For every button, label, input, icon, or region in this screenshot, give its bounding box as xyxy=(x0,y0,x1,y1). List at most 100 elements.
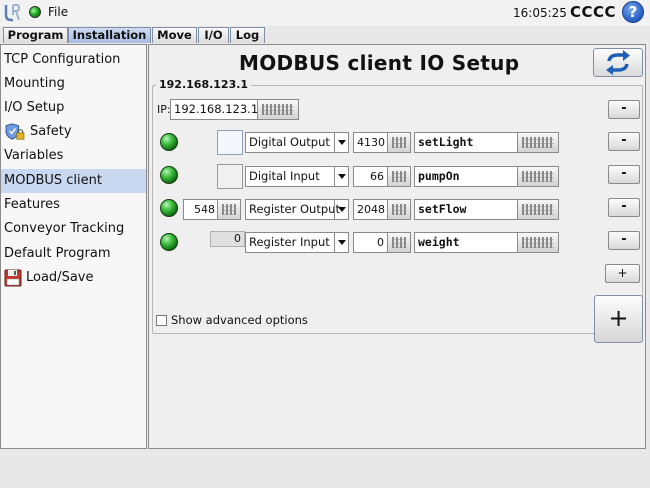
chevron-down-icon xyxy=(334,133,348,152)
installation-sidebar: TCP Configuration Mounting I/O Setup Saf… xyxy=(0,44,147,449)
remove-signal-button[interactable]: - xyxy=(608,231,640,250)
tab-log[interactable]: Log xyxy=(230,27,265,43)
signal-address-field[interactable]: 66 xyxy=(353,166,388,187)
tab-program[interactable]: Program xyxy=(3,27,68,43)
keyboard-icon xyxy=(392,204,406,215)
sidebar-item-variables[interactable]: Variables xyxy=(1,144,146,168)
sidebar-item-label: Variables xyxy=(4,148,64,163)
name-keyboard-button[interactable] xyxy=(517,199,559,220)
sidebar-item-io-setup[interactable]: I/O Setup xyxy=(1,96,146,120)
sidebar-item-label: I/O Setup xyxy=(4,100,65,115)
refresh-icon xyxy=(606,50,630,75)
remove-server-button[interactable]: - xyxy=(608,100,640,119)
address-keyboard-button[interactable] xyxy=(387,199,411,220)
sidebar-item-label: Safety xyxy=(30,124,72,139)
signal-type-select[interactable]: Digital Output xyxy=(245,132,349,153)
refresh-button[interactable] xyxy=(593,48,643,77)
show-advanced-label: Show advanced options xyxy=(171,313,308,327)
signal-type-value: Register Input xyxy=(249,235,330,249)
signal-name-field[interactable]: pumpOn xyxy=(414,166,518,187)
main-panel: MODBUS client IO Setup 192.168.123.1 IP:… xyxy=(148,44,646,449)
digital-output-toggle[interactable] xyxy=(217,130,243,155)
robot-status-icon xyxy=(29,6,41,18)
signal-type-select[interactable]: Register Output xyxy=(245,199,349,220)
address-keyboard-button[interactable] xyxy=(387,232,411,253)
sidebar-item-label: Conveyor Tracking xyxy=(4,221,125,236)
register-value-field[interactable]: 548 xyxy=(183,199,219,220)
name-keyboard-button[interactable] xyxy=(517,232,559,253)
keyboard-icon xyxy=(222,204,236,215)
signal-address-field[interactable]: 0 xyxy=(353,232,388,253)
page-title: MODBUS client IO Setup xyxy=(239,51,520,75)
chevron-down-icon xyxy=(334,233,348,252)
signal-type-select[interactable]: Register Input xyxy=(245,232,349,253)
address-keyboard-button[interactable] xyxy=(387,166,411,187)
sidebar-item-tcp-configuration[interactable]: TCP Configuration xyxy=(1,48,146,72)
name-keyboard-button[interactable] xyxy=(517,132,559,153)
modbus-server-group: 192.168.123.1 IP: 192.168.123.1 - Digita… xyxy=(152,78,643,334)
keyboard-icon xyxy=(522,137,554,148)
register-input-value: 0 xyxy=(210,231,245,247)
sidebar-item-label: Features xyxy=(4,197,60,212)
keyboard-icon xyxy=(262,104,294,115)
add-signal-button[interactable]: + xyxy=(605,264,640,283)
chevron-down-icon xyxy=(334,167,348,186)
sidebar-item-mounting[interactable]: Mounting xyxy=(1,72,146,96)
remove-signal-button[interactable]: - xyxy=(608,198,640,217)
signal-address-field[interactable]: 4130 xyxy=(353,132,388,153)
remove-signal-button[interactable]: - xyxy=(608,132,640,151)
keyboard-icon xyxy=(392,137,406,148)
ip-label: IP: xyxy=(157,103,171,116)
signal-status-led-icon xyxy=(160,133,178,151)
sidebar-item-label: Default Program xyxy=(4,246,111,261)
sidebar-item-label: MODBUS client xyxy=(4,173,102,188)
sidebar-item-label: Mounting xyxy=(4,76,65,91)
floppy-disk-icon xyxy=(4,269,22,286)
bottom-strip xyxy=(0,452,650,488)
sidebar-item-default-program[interactable]: Default Program xyxy=(1,242,146,266)
sidebar-item-conveyor-tracking[interactable]: Conveyor Tracking xyxy=(1,217,146,241)
signal-name-field[interactable]: setLight xyxy=(414,132,518,153)
keyboard-icon xyxy=(522,204,554,215)
signal-status-led-icon xyxy=(160,233,178,251)
signal-name-field[interactable]: setFlow xyxy=(414,199,518,220)
signal-address-field[interactable]: 2048 xyxy=(353,199,388,220)
help-icon[interactable]: ? xyxy=(622,1,644,23)
address-keyboard-button[interactable] xyxy=(387,132,411,153)
signal-type-value: Register Output xyxy=(249,202,340,216)
signal-type-value: Digital Input xyxy=(249,169,320,183)
remove-signal-button[interactable]: - xyxy=(608,165,640,184)
keyboard-icon xyxy=(522,171,554,182)
signal-status-led-icon xyxy=(160,199,178,217)
file-menu[interactable]: File xyxy=(48,5,68,19)
tab-io[interactable]: I/O xyxy=(198,27,229,43)
clock: 16:05:25 xyxy=(513,6,567,20)
ur-logo xyxy=(4,4,20,22)
sidebar-item-label: Load/Save xyxy=(26,270,94,285)
shield-lock-icon xyxy=(5,122,25,140)
sidebar-item-modbus-client[interactable]: MODBUS client xyxy=(1,169,146,193)
tab-move[interactable]: Move xyxy=(152,27,197,43)
keyboard-icon xyxy=(392,237,406,248)
top-bar: File 16:05:25 CCCC ? xyxy=(0,0,650,26)
show-advanced-checkbox[interactable] xyxy=(156,315,167,326)
chevron-down-icon xyxy=(334,200,348,219)
add-server-button[interactable]: + xyxy=(594,295,643,343)
ip-keyboard-button[interactable] xyxy=(257,99,299,120)
signal-type-select[interactable]: Digital Input xyxy=(245,166,349,187)
sidebar-item-load-save[interactable]: Load/Save xyxy=(1,266,146,290)
robot-name: CCCC xyxy=(570,3,617,21)
digital-input-indicator xyxy=(217,164,243,189)
tab-installation[interactable]: Installation xyxy=(68,27,151,43)
name-keyboard-button[interactable] xyxy=(517,166,559,187)
value-keyboard-button[interactable] xyxy=(217,199,241,220)
sidebar-item-label: TCP Configuration xyxy=(4,52,121,67)
signal-status-led-icon xyxy=(160,166,178,184)
sidebar-item-features[interactable]: Features xyxy=(1,193,146,217)
keyboard-icon xyxy=(522,237,554,248)
main-tabs: Program Installation Move I/O Log xyxy=(0,27,650,43)
sidebar-item-safety[interactable]: Safety xyxy=(1,120,146,144)
ip-address-field[interactable]: 192.168.123.1 xyxy=(170,99,258,120)
server-ip-title: 192.168.123.1 xyxy=(156,78,252,91)
signal-name-field[interactable]: weight xyxy=(414,232,518,253)
